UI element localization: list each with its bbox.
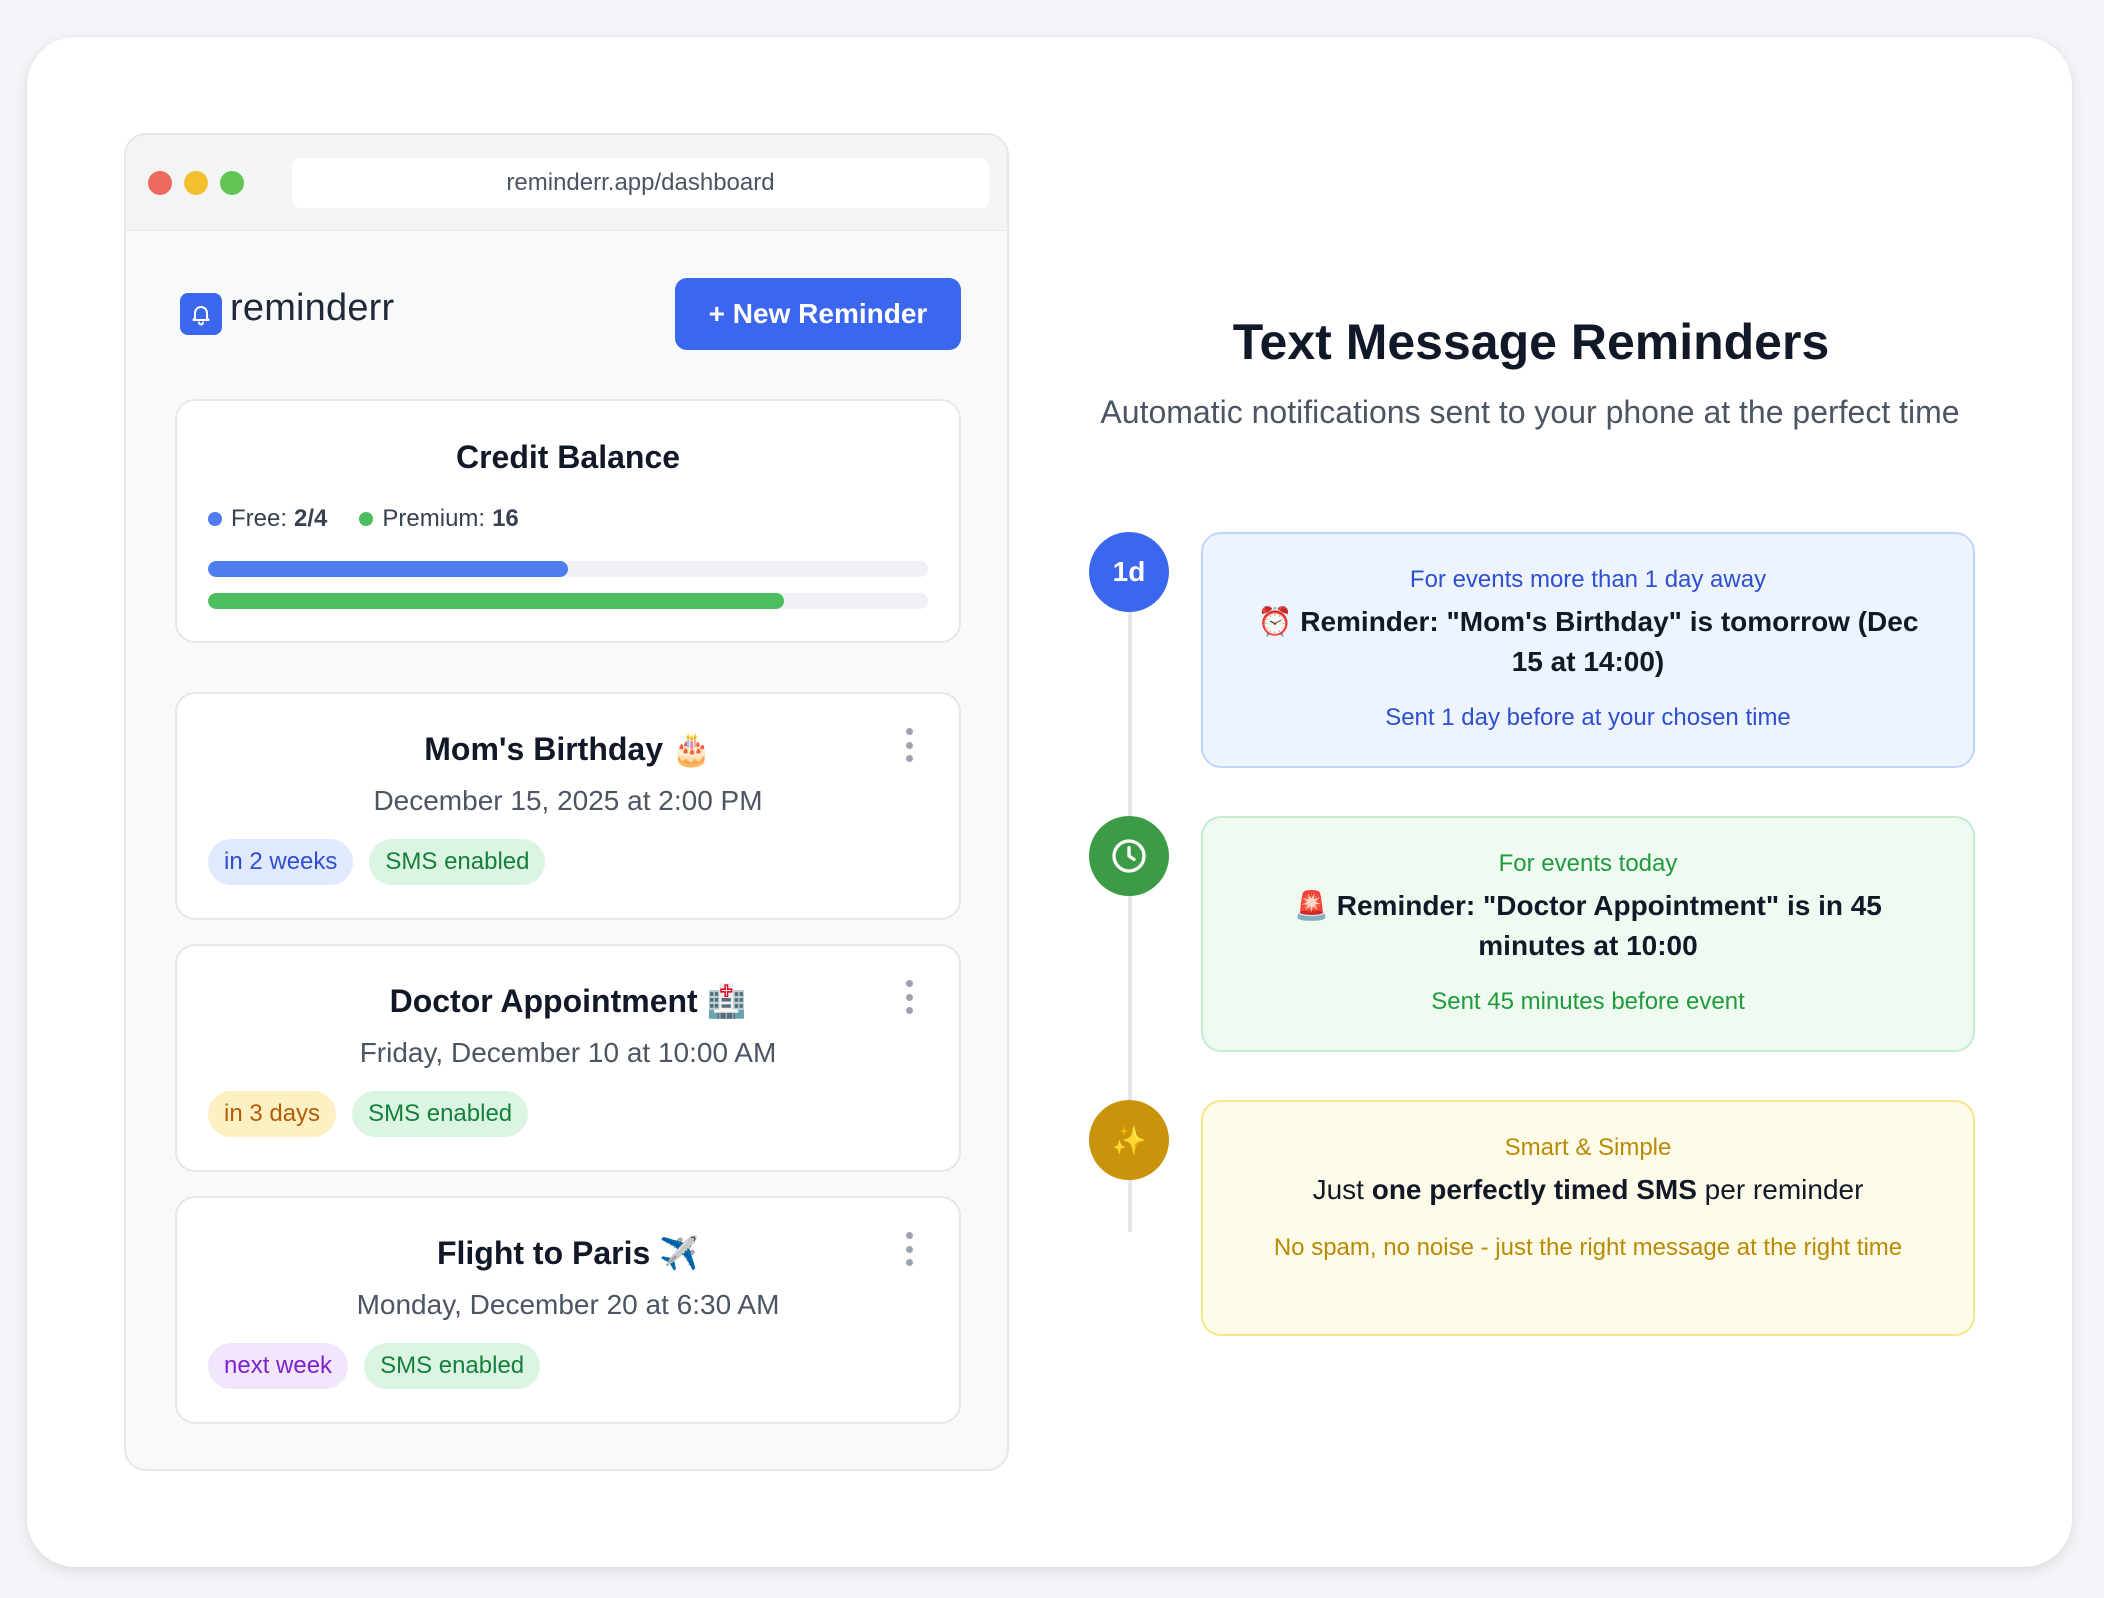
step-label: For events today <box>1498 850 1678 877</box>
step-message: ⏰ Reminder: "Mom's Birthday" is tomorrow… <box>1239 602 1937 682</box>
step-message-bold: one perfectly timed SMS <box>1371 1174 1697 1205</box>
browser-window: reminderr.app/dashboard reminderr + New … <box>124 133 1009 1471</box>
step-message-text: Reminder: "Doctor Appointment" is in 45 … <box>1336 890 1882 961</box>
reminder-title: Doctor Appointment 🏥 <box>177 982 959 1020</box>
new-reminder-button[interactable]: + New Reminder <box>675 278 961 350</box>
alarm-clock-icon: ⏰ <box>1257 605 1293 638</box>
step-message-pre: Just <box>1312 1174 1372 1205</box>
address-bar[interactable]: reminderr.app/dashboard <box>292 158 989 208</box>
browser-toolbar: reminderr.app/dashboard <box>126 135 1007 231</box>
step-footer: Sent 1 day before at your chosen time <box>1385 704 1791 731</box>
step-label: For events more than 1 day away <box>1409 566 1767 593</box>
reminder-date: Monday, December 20 at 6:30 AM <box>356 1289 780 1320</box>
siren-icon: 🚨 <box>1294 889 1329 922</box>
timeline-step-smart: Smart & Simple Just one perfectly timed … <box>1201 1100 1975 1336</box>
hero-title: Text Message Reminders <box>1232 314 1830 370</box>
timeline-step-today: For events today 🚨 Reminder: "Doctor App… <box>1201 816 1975 1052</box>
reminder-title: Mom's Birthday 🎂 <box>177 730 959 768</box>
clock-icon <box>1089 816 1169 896</box>
step-message: Just one perfectly timed SMS per reminde… <box>1239 1170 1937 1210</box>
hospital-icon: 🏥 <box>706 982 747 1020</box>
free-progress-track <box>208 561 928 577</box>
more-options-icon[interactable] <box>903 728 915 762</box>
legend-premium: Premium: 16 <box>359 505 519 533</box>
premium-label: Premium: <box>382 505 486 532</box>
premium-progress-track <box>208 593 928 609</box>
window-minimize-button[interactable] <box>184 171 208 195</box>
legend-dot-premium <box>359 512 374 526</box>
reminder-tags: in 3 days SMS enabled <box>208 1091 544 1137</box>
when-badge: in 2 weeks <box>208 839 354 885</box>
reminder-title: Flight to Paris ✈️ <box>177 1234 959 1272</box>
reminder-title-text: Mom's Birthday <box>424 731 663 767</box>
reminder-title-text: Flight to Paris <box>436 1235 651 1271</box>
sms-badge: SMS enabled <box>352 1091 529 1137</box>
sparkles-glyph: ✨ <box>1111 1123 1147 1157</box>
premium-progress-fill <box>208 593 784 609</box>
reminder-card[interactable]: Mom's Birthday 🎂 December 15, 2025 at 2:… <box>175 692 961 920</box>
sms-badge: SMS enabled <box>364 1343 541 1389</box>
app-name: reminderr <box>230 287 395 329</box>
free-label: Free: <box>231 505 288 532</box>
window-close-button[interactable] <box>148 171 172 195</box>
more-options-icon[interactable] <box>903 980 915 1014</box>
window-maximize-button[interactable] <box>220 171 244 195</box>
reminder-tags: next week SMS enabled <box>208 1343 556 1389</box>
step-label: Smart & Simple <box>1504 1134 1672 1161</box>
one-day-badge: 1d <box>1089 532 1169 612</box>
reminder-card[interactable]: Doctor Appointment 🏥 Friday, December 10… <box>175 944 961 1172</box>
when-badge: in 3 days <box>208 1091 337 1137</box>
step-footer: No spam, no noise - just the right messa… <box>1273 1234 1903 1261</box>
reminder-date: Friday, December 10 at 10:00 AM <box>359 1037 777 1068</box>
sms-badge: SMS enabled <box>369 839 546 885</box>
reminder-title-text: Doctor Appointment <box>389 983 698 1019</box>
bell-icon <box>180 293 222 335</box>
credit-balance-card: Credit Balance Free: 2/4 Premium: 16 <box>175 399 961 643</box>
reminder-date: December 15, 2025 at 2:00 PM <box>373 785 763 816</box>
free-progress-fill <box>208 561 568 577</box>
premium-value: 16 <box>492 505 519 532</box>
more-options-icon[interactable] <box>903 1232 915 1266</box>
legend-dot-free <box>208 512 222 526</box>
sparkles-icon: ✨ <box>1089 1100 1169 1180</box>
step-message-post: per reminder <box>1696 1174 1864 1205</box>
when-badge: next week <box>208 1343 349 1389</box>
legend-free: Free: 2/4 <box>208 505 327 533</box>
hero-subtitle: Automatic notifications sent to your pho… <box>1100 394 1960 430</box>
free-value: 2/4 <box>294 505 328 532</box>
credit-balance-title: Credit Balance <box>455 439 681 475</box>
reminder-card[interactable]: Flight to Paris ✈️ Monday, December 20 a… <box>175 1196 961 1424</box>
credit-legend: Free: 2/4 Premium: 16 <box>208 505 551 533</box>
airplane-icon: ✈️ <box>659 1234 700 1272</box>
timeline-step-day-before: For events more than 1 day away ⏰ Remind… <box>1201 532 1975 768</box>
cake-icon: 🎂 <box>671 730 712 768</box>
step-message-text: Reminder: "Mom's Birthday" is tomorrow (… <box>1300 606 1919 677</box>
step-message: 🚨 Reminder: "Doctor Appointment" is in 4… <box>1239 886 1937 966</box>
step-footer: Sent 45 minutes before event <box>1431 988 1745 1015</box>
reminder-tags: in 2 weeks SMS enabled <box>208 839 561 885</box>
